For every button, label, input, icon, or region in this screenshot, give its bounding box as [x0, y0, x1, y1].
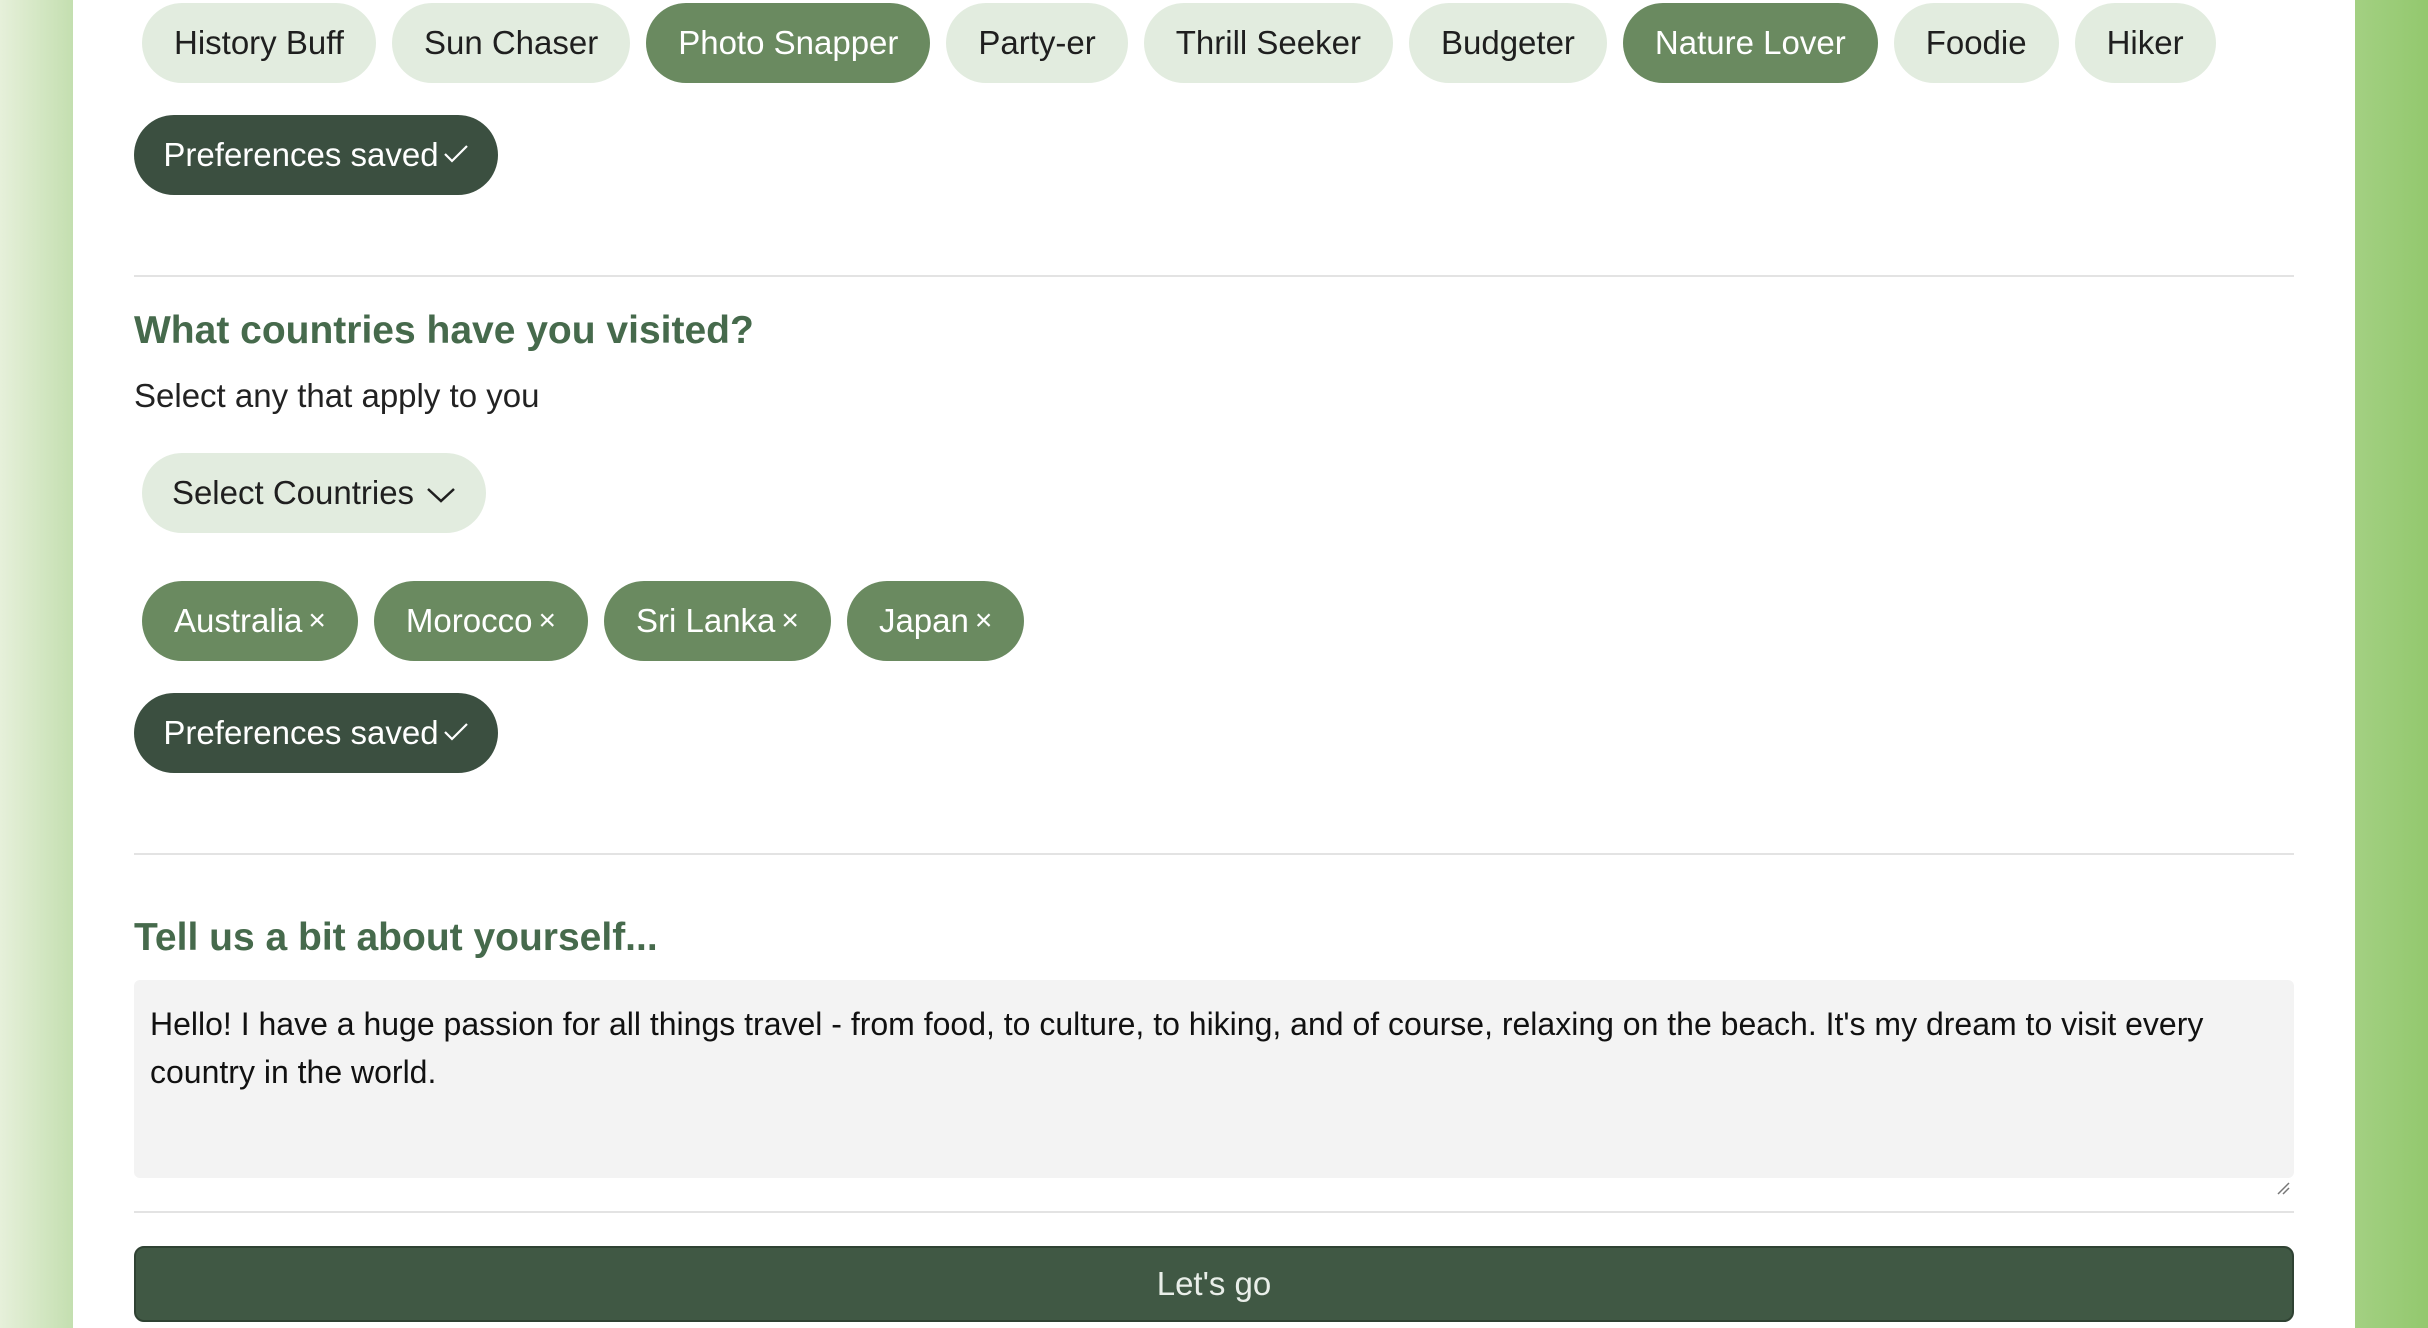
countries-saved-button[interactable]: Preferences saved — [134, 693, 498, 773]
section-divider — [134, 853, 2294, 855]
countries-heading: What countries have you visited? — [134, 309, 754, 352]
country-label: Australia — [174, 602, 303, 639]
dropdown-label: Select Countries — [171, 474, 415, 511]
countries-subtext: Select any that apply to you — [134, 377, 540, 414]
section-divider — [134, 275, 2294, 277]
interest-chip[interactable]: Nature Lover — [1622, 3, 1878, 83]
interest-chip[interactable]: Thrill Seeker — [1143, 3, 1393, 83]
interest-chip[interactable]: Budgeter — [1408, 3, 1607, 83]
interest-chip[interactable]: Hiker — [2074, 3, 2216, 83]
close-icon[interactable]: × — [308, 604, 326, 638]
interest-chip[interactable]: Foodie — [1893, 3, 2059, 83]
lets-go-button[interactable]: Let's go — [134, 1246, 2294, 1322]
saved-label: Preferences saved — [163, 714, 439, 751]
country-label: Japan — [878, 602, 969, 639]
interest-chip[interactable]: History Buff — [142, 3, 376, 83]
country-label: Morocco — [405, 602, 533, 639]
close-icon[interactable]: × — [538, 604, 556, 638]
check-icon — [443, 717, 469, 749]
selected-countries: Australia × Morocco × Sri Lanka × Japan × — [142, 581, 1025, 661]
country-chip[interactable]: Sri Lanka × — [604, 581, 831, 661]
country-label: Sri Lanka — [636, 602, 776, 639]
close-icon[interactable]: × — [781, 604, 799, 638]
section-divider — [134, 1211, 2294, 1213]
about-heading: Tell us a bit about yourself... — [134, 916, 658, 959]
interest-chip[interactable]: Party-er — [946, 3, 1128, 83]
interest-chip[interactable]: Photo Snapper — [646, 3, 931, 83]
about-textarea[interactable]: Hello! I have a huge passion for all thi… — [134, 980, 2294, 1195]
countries-dropdown[interactable]: Select Countries — [142, 453, 486, 533]
interest-chips: History Buff Sun Chaser Photo Snapper Party… — [142, 3, 2216, 83]
interest-chip[interactable]: Sun Chaser — [391, 3, 631, 83]
saved-label: Preferences saved — [163, 136, 439, 173]
interests-saved-button[interactable]: Preferences saved — [134, 115, 498, 195]
country-chip[interactable]: Japan × — [846, 581, 1025, 661]
close-icon[interactable]: × — [975, 604, 993, 638]
resize-handle-icon[interactable] — [2276, 1160, 2290, 1195]
country-chip[interactable]: Morocco × — [373, 581, 588, 661]
chevron-down-icon — [414, 474, 456, 512]
check-icon — [443, 139, 469, 171]
country-chip[interactable]: Australia × — [142, 581, 358, 661]
about-text: Hello! I have a huge passion for all thi… — [150, 1006, 2204, 1090]
